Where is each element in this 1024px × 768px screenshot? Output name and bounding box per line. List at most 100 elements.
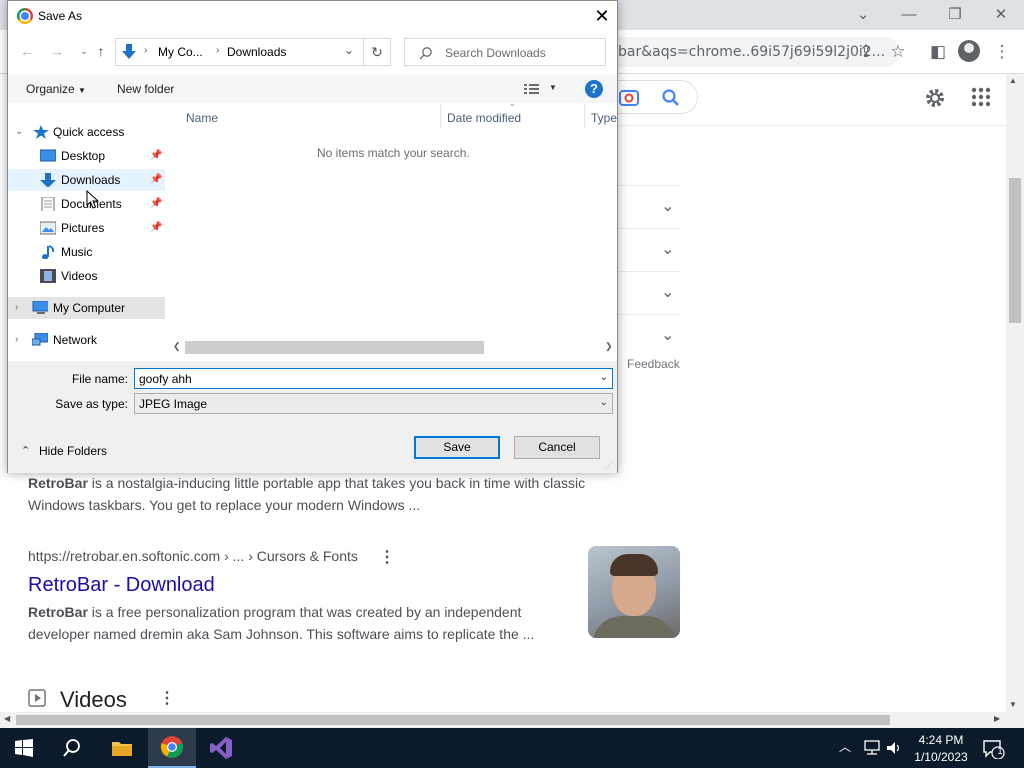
column-divider[interactable]: [440, 105, 441, 127]
bookmark-star-icon[interactable]: ☆: [886, 40, 910, 64]
scroll-down-arrow-icon[interactable]: ▼: [1009, 700, 1017, 709]
quick-access-star-icon: [33, 125, 49, 139]
scroll-up-arrow-icon[interactable]: ▲: [1009, 76, 1017, 85]
chrome-logo-icon: [160, 736, 184, 758]
file-list-pane[interactable]: Name ⌄ Date modified Type: [166, 99, 617, 355]
network-tray-icon[interactable]: [863, 740, 881, 756]
file-name-input[interactable]: goofy ahh ⌄: [134, 368, 613, 389]
view-options-icon[interactable]: [524, 83, 540, 95]
window-close-button[interactable]: ✕: [978, 0, 1024, 30]
refresh-button[interactable]: ↻: [363, 38, 391, 66]
snippet-keyword: RetroBar: [28, 475, 88, 491]
forward-arrow-icon[interactable]: →: [46, 40, 68, 62]
address-history-chevron-icon[interactable]: ⌄: [344, 43, 354, 57]
vertical-scrollbar-thumb[interactable]: [1009, 178, 1021, 323]
profile-avatar[interactable]: [958, 40, 980, 62]
back-arrow-icon[interactable]: ←: [16, 40, 38, 62]
feedback-link[interactable]: Feedback: [627, 357, 680, 371]
column-header-type[interactable]: Type: [591, 111, 617, 125]
dialog-titlebar[interactable]: [8, 1, 617, 31]
result-snippet: RetroBar is a free personalization progr…: [28, 601, 588, 645]
cancel-button[interactable]: Cancel: [514, 436, 600, 459]
file-name-value[interactable]: goofy ahh: [139, 372, 192, 386]
scroll-left-arrow-icon[interactable]: ❮: [173, 341, 181, 352]
expander-chevron-icon[interactable]: ›: [15, 297, 18, 319]
column-divider[interactable]: [584, 105, 585, 127]
vertical-scrollbar[interactable]: [1006, 74, 1024, 712]
save-button[interactable]: Save: [414, 436, 500, 459]
expander-chevron-icon[interactable]: ⌄: [15, 121, 23, 143]
clock-date[interactable]: 1/10/2023: [908, 750, 974, 764]
apps-grid-icon[interactable]: [970, 86, 992, 108]
visual-studio-icon: [210, 737, 232, 759]
horizontal-scrollbar-thumb[interactable]: [16, 715, 890, 725]
tab-search-button[interactable]: ⌄: [840, 0, 886, 30]
nav-quick-access[interactable]: ⌄ Quick access: [8, 121, 165, 143]
breadcrumb-separator-icon: ›: [216, 45, 220, 56]
up-folder-arrow-icon[interactable]: ↑: [90, 40, 112, 62]
videos-more-icon[interactable]: ⋮: [159, 688, 175, 708]
scroll-right-arrow-icon[interactable]: ▶: [994, 714, 1000, 723]
nav-network[interactable]: › Network: [8, 329, 165, 351]
camera-lens-icon[interactable]: [619, 88, 639, 106]
file-name-dropdown-chevron-icon[interactable]: ⌄: [600, 372, 608, 383]
result-more-icon[interactable]: ⋮: [379, 547, 395, 567]
chevron-down-icon[interactable]: ⌄: [661, 196, 674, 216]
file-name-label: File name:: [71, 372, 128, 386]
expander-chevron-icon[interactable]: ›: [15, 329, 18, 351]
nav-item-downloads[interactable]: Downloads 📌: [8, 169, 165, 191]
chevron-down-icon[interactable]: ⌄: [661, 325, 674, 345]
dropdown-caret-icon: ▼: [78, 86, 86, 95]
file-explorer-taskbar-button[interactable]: [98, 728, 146, 768]
nav-my-computer[interactable]: › My Computer: [8, 297, 165, 319]
nav-item-pictures[interactable]: Pictures 📌: [8, 217, 165, 239]
visual-studio-taskbar-button[interactable]: [197, 728, 245, 768]
file-list-scrollbar-thumb[interactable]: [185, 341, 484, 354]
side-panel-icon[interactable]: ◧: [926, 40, 950, 64]
result-url[interactable]: https://retrobar.en.softonic.com › ... ›…: [28, 548, 358, 564]
scroll-right-arrow-icon[interactable]: ❯: [605, 341, 613, 352]
volume-tray-icon[interactable]: [885, 740, 903, 756]
chrome-menu-icon[interactable]: ⋮: [990, 40, 1014, 64]
hide-folders-chevron-icon[interactable]: ⌃: [21, 444, 30, 457]
new-folder-button[interactable]: New folder: [117, 82, 174, 96]
organize-menu-button[interactable]: Organize ▼: [26, 82, 86, 96]
search-icon: [419, 47, 432, 60]
save-as-type-select[interactable]: JPEG Image ⌄: [134, 393, 613, 414]
windows-start-icon[interactable]: [15, 739, 33, 757]
tray-overflow-chevron-icon[interactable]: ︿: [839, 738, 851, 755]
nav-item-videos[interactable]: Videos: [8, 265, 165, 287]
column-header-name[interactable]: Name: [186, 111, 218, 125]
resize-grip-icon[interactable]: ⋰: [605, 461, 613, 470]
window-minimize-button[interactable]: —: [886, 0, 932, 30]
view-dropdown-caret-icon[interactable]: ▼: [549, 83, 557, 92]
result-thumbnail-image[interactable]: [588, 546, 680, 638]
pictures-icon: [40, 221, 56, 235]
clock-time[interactable]: 4:24 PM: [910, 733, 972, 747]
breadcrumb-item[interactable]: Downloads: [227, 45, 286, 59]
chevron-down-icon[interactable]: ⌄: [661, 282, 674, 302]
address-bar-text[interactable]: bar&aqs=chrome..69i57j69i59l2j0i2...: [618, 44, 885, 60]
downloads-folder-icon: [122, 44, 136, 59]
search-icon[interactable]: [661, 88, 681, 108]
nav-item-music[interactable]: Music: [8, 241, 165, 263]
scroll-left-arrow-icon[interactable]: ◀: [4, 714, 10, 723]
dialog-close-button[interactable]: ✕: [591, 5, 613, 27]
column-header-date-modified[interactable]: Date modified: [447, 111, 521, 125]
breadcrumb-address-bar[interactable]: › My Co... › Downloads ⌄: [115, 38, 364, 66]
hide-folders-button[interactable]: Hide Folders: [39, 444, 107, 458]
taskbar-search-icon[interactable]: [62, 738, 82, 758]
share-icon[interactable]: ⇪: [854, 40, 878, 64]
divider: [618, 314, 680, 315]
chrome-taskbar-button[interactable]: [148, 728, 196, 768]
breadcrumb-item[interactable]: My Co...: [158, 45, 203, 59]
help-icon[interactable]: ?: [585, 80, 603, 98]
search-downloads-input[interactable]: Search Downloads: [404, 38, 606, 66]
window-restore-button[interactable]: ❐: [932, 0, 978, 30]
save-as-type-dropdown-chevron-icon[interactable]: ⌄: [600, 397, 608, 408]
chevron-down-icon[interactable]: ⌄: [661, 239, 674, 259]
nav-item-desktop[interactable]: Desktop 📌: [8, 145, 165, 167]
result-title-link[interactable]: RetroBar - Download: [28, 574, 215, 597]
settings-gear-icon[interactable]: [923, 86, 947, 110]
organize-label: Organize: [26, 82, 75, 96]
